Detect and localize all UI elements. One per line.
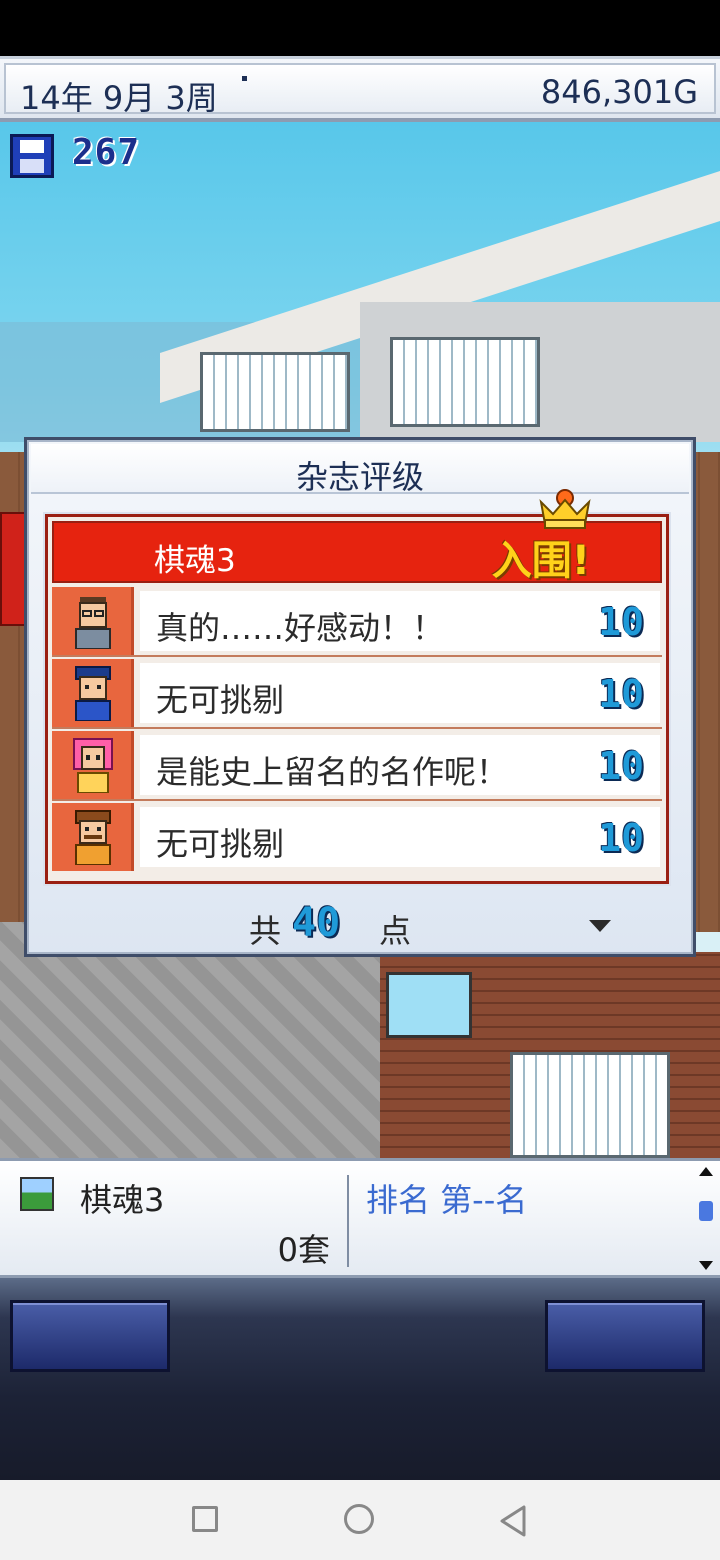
- right-menu-button[interactable]: [545, 1300, 705, 1372]
- review-row: 真的……好感动！！ 10: [52, 587, 662, 657]
- total-prefix: 共: [249, 912, 282, 950]
- menu-button-area: [0, 1278, 720, 1480]
- reviewed-game-title: 棋魂3: [154, 543, 236, 579]
- review-comment: 是能史上留名的名作呢！: [156, 753, 509, 791]
- continue-arrow-icon[interactable]: [589, 920, 611, 932]
- review-comment: 无可挑剔: [156, 681, 285, 719]
- scroll-down-icon[interactable]: [699, 1261, 713, 1270]
- review-comment-cell: 无可挑剔 10: [140, 807, 660, 867]
- game-title-row: 棋魂3 入围!: [52, 521, 662, 584]
- info-game-title: 棋魂3: [80, 1181, 165, 1219]
- reviewer-avatar-icon: [52, 659, 134, 727]
- panel-title-bar: 杂志评级: [31, 444, 689, 496]
- review-row: 是能史上留名的名作呢！ 10: [52, 731, 662, 801]
- review-score: 10: [598, 744, 644, 788]
- building-window: [390, 337, 540, 427]
- crown-icon: [539, 489, 591, 529]
- building-window: [200, 352, 350, 432]
- recent-apps-icon[interactable]: [192, 1506, 218, 1532]
- info-divider: [347, 1175, 349, 1267]
- status-bar: [0, 0, 720, 56]
- review-comment-cell: 无可挑剔 10: [140, 663, 660, 723]
- magazine-review-panel[interactable]: 杂志评级 棋魂3 入围! 真的……好感动！！ 10 无可挑剔 10 是能史上留名…: [24, 437, 696, 957]
- review-row: 无可挑剔 10: [52, 659, 662, 729]
- building-window: [510, 1052, 670, 1158]
- money-amount: 846,301G: [540, 73, 698, 111]
- review-comment-cell: 是能史上留名的名作呢！ 10: [140, 735, 660, 795]
- info-scrollbar[interactable]: [697, 1165, 715, 1273]
- sales-count: 0套: [277, 1231, 330, 1269]
- scroll-thumb[interactable]: [699, 1201, 713, 1221]
- game-date: 14年 9月 3周: [20, 79, 218, 117]
- system-navigation-bar: [0, 1480, 720, 1560]
- save-counter: 267: [72, 132, 141, 173]
- reviewer-avatar-icon: [52, 731, 134, 799]
- reviewer-avatar-icon: [52, 803, 134, 871]
- review-comment: 无可挑剔: [156, 825, 285, 863]
- review-score: 10: [598, 816, 644, 860]
- home-icon[interactable]: [344, 1504, 374, 1534]
- game-info-bar[interactable]: 棋魂3 0套 排名 第--名: [0, 1158, 720, 1278]
- reviewer-avatar-icon: [52, 587, 134, 655]
- scroll-up-icon[interactable]: [699, 1167, 713, 1176]
- review-box: 棋魂3 入围! 真的……好感动！！ 10 无可挑剔 10 是能史上留名的名作呢！…: [43, 512, 671, 886]
- sales-rank: 排名 第--名: [366, 1181, 528, 1219]
- floppy-disk-icon: [10, 134, 54, 178]
- review-score: 10: [598, 672, 644, 716]
- left-menu-button[interactable]: [10, 1300, 170, 1372]
- nominated-badge: 入围!: [491, 538, 590, 584]
- total-score: 40: [292, 900, 341, 946]
- review-comment-cell: 真的……好感动！！ 10: [140, 591, 660, 651]
- review-row: 无可挑剔 10: [52, 803, 662, 873]
- aquarium: [386, 972, 472, 1038]
- total-score-row: 共 40 点: [27, 900, 693, 950]
- total-suffix: 点: [379, 912, 412, 950]
- review-comment: 真的……好感动！！: [156, 609, 445, 647]
- game-cartridge-icon: [20, 1177, 54, 1211]
- date-marker: [242, 76, 247, 81]
- review-score: 10: [598, 600, 644, 644]
- back-icon[interactable]: [498, 1504, 528, 1538]
